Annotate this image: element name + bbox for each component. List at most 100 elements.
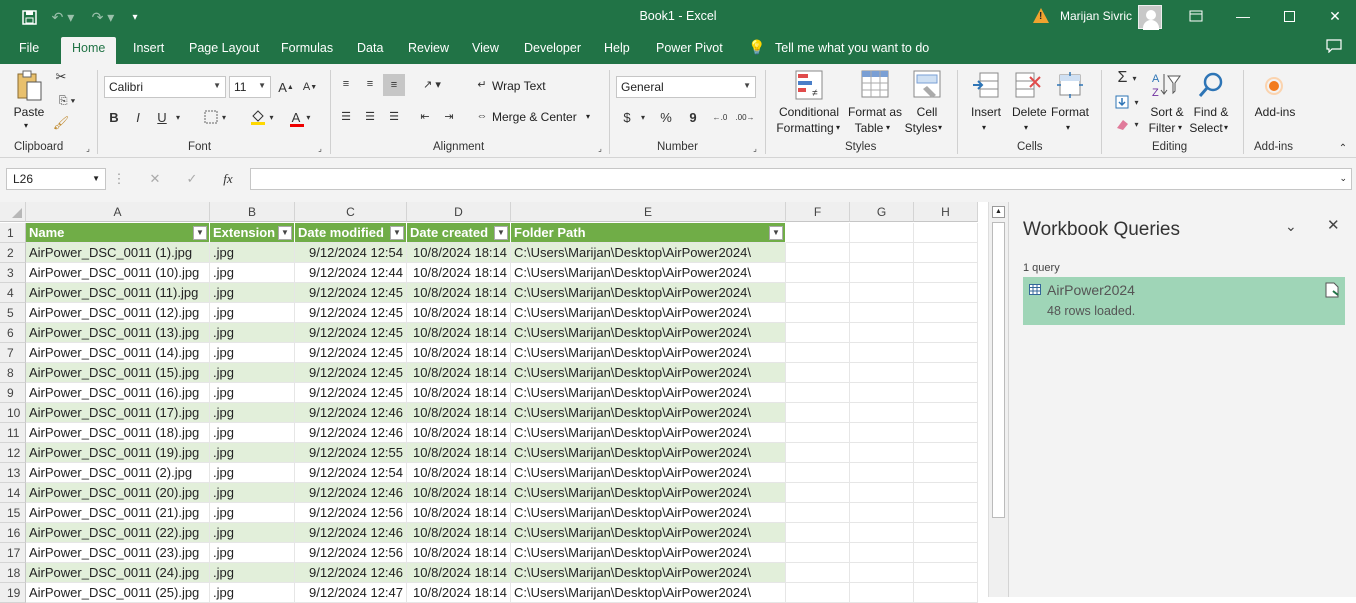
orientation-icon[interactable]: ↗ ▾ [418,76,446,92]
table-cell[interactable]: 9/12/2024 12:45 [295,283,407,303]
table-cell[interactable]: .jpg [210,463,295,483]
percent-button[interactable]: % [658,108,674,126]
insert-function-button[interactable]: fx [218,170,238,188]
table-cell[interactable]: .jpg [210,383,295,403]
cell[interactable] [786,383,850,403]
panel-close-icon[interactable]: ✕ [1327,216,1340,234]
table-cell[interactable]: 9/12/2024 12:45 [295,363,407,383]
row-header[interactable]: 5 [0,303,26,323]
table-cell[interactable]: 10/8/2024 18:14 [407,463,511,483]
delete-cells-button[interactable]: Delete [1012,104,1047,120]
tab-file[interactable]: File [19,41,39,55]
cell[interactable] [850,563,914,583]
select-all-corner[interactable] [0,202,26,222]
row-header[interactable]: 4 [0,283,26,303]
tab-data[interactable]: Data [357,41,383,55]
table-cell[interactable]: 9/12/2024 12:44 [295,263,407,283]
table-cell[interactable]: 10/8/2024 18:14 [407,243,511,263]
cell[interactable] [914,383,978,403]
alignment-launcher-icon[interactable]: ⌟ [595,143,605,153]
table-cell[interactable]: 9/12/2024 12:45 [295,323,407,343]
table-cell[interactable]: 10/8/2024 18:14 [407,483,511,503]
table-cell[interactable]: 10/8/2024 18:14 [407,283,511,303]
table-cell[interactable]: .jpg [210,543,295,563]
table-cell[interactable]: 10/8/2024 18:14 [407,403,511,423]
table-cell[interactable]: C:\Users\Marijan\Desktop\AirPower2024\ [511,463,786,483]
table-cell[interactable]: .jpg [210,263,295,283]
cell[interactable] [850,363,914,383]
cell[interactable] [786,403,850,423]
tab-help[interactable]: Help [604,41,630,55]
filter-dropdown-icon[interactable]: ▼ [278,226,292,240]
cell[interactable] [786,503,850,523]
cell[interactable] [914,443,978,463]
number-launcher-icon[interactable]: ⌟ [750,143,760,153]
column-header-b[interactable]: B [210,202,295,222]
cell[interactable] [850,523,914,543]
cell[interactable] [914,243,978,263]
table-cell[interactable]: C:\Users\Marijan\Desktop\AirPower2024\ [511,543,786,563]
cell[interactable] [850,383,914,403]
table-cell[interactable]: .jpg [210,423,295,443]
column-header-h[interactable]: H [914,202,978,222]
cell[interactable] [914,563,978,583]
delete-cells-dropdown-icon[interactable]: ▾ [1024,120,1028,136]
table-cell[interactable]: C:\Users\Marijan\Desktop\AirPower2024\ [511,363,786,383]
cell[interactable] [850,303,914,323]
comma-style-button[interactable]: 9 [686,108,700,126]
tab-developer[interactable]: Developer [524,41,581,55]
query-options-icon[interactable] [1325,282,1339,301]
table-cell[interactable]: 10/8/2024 18:14 [407,383,511,403]
table-cell[interactable]: AirPower_DSC_0011 (13).jpg [26,323,210,343]
table-cell[interactable]: 10/8/2024 18:14 [407,343,511,363]
table-cell[interactable]: 9/12/2024 12:46 [295,563,407,583]
table-cell[interactable]: 10/8/2024 18:14 [407,423,511,443]
align-middle-icon[interactable]: ≡ [362,76,378,92]
sort-filter-dropdown-icon[interactable]: ▾ [1178,120,1182,136]
table-cell[interactable]: AirPower_DSC_0011 (24).jpg [26,563,210,583]
tab-home[interactable]: Home [61,37,117,64]
borders-icon[interactable]: ▾ [200,108,230,126]
avatar[interactable] [1138,5,1162,30]
table-cell[interactable]: AirPower_DSC_0011 (12).jpg [26,303,210,323]
cell[interactable] [786,263,850,283]
cell[interactable] [850,423,914,443]
cell-styles-icon[interactable] [912,70,942,100]
table-header-cell[interactable]: Folder Path ▼ [511,223,786,243]
table-cell[interactable]: 9/12/2024 12:45 [295,303,407,323]
table-cell[interactable]: 9/12/2024 12:55 [295,443,407,463]
align-center-icon[interactable]: ☰ [362,108,378,124]
panel-collapse-icon[interactable]: ⌄ [1285,218,1297,235]
cell[interactable] [914,223,978,243]
cell[interactable] [914,323,978,343]
table-cell[interactable]: .jpg [210,283,295,303]
table-cell[interactable]: 10/8/2024 18:14 [407,263,511,283]
name-box[interactable]: L26 ▼ [6,168,106,190]
row-header[interactable]: 17 [0,543,26,563]
table-cell[interactable]: C:\Users\Marijan\Desktop\AirPower2024\ [511,303,786,323]
table-cell[interactable]: AirPower_DSC_0011 (17).jpg [26,403,210,423]
cell[interactable] [786,543,850,563]
tab-insert[interactable]: Insert [133,41,164,55]
conditional-formatting-button-line1[interactable]: Conditional [774,104,844,120]
cell[interactable] [914,283,978,303]
tab-view[interactable]: View [472,41,499,55]
fill-icon[interactable]: ▾ [1110,92,1144,112]
add-ins-button[interactable]: Add-ins [1250,104,1300,120]
table-cell[interactable]: AirPower_DSC_0011 (2).jpg [26,463,210,483]
cell-styles-button-line2[interactable]: Styles [904,120,938,136]
table-cell[interactable]: .jpg [210,483,295,503]
table-cell[interactable]: C:\Users\Marijan\Desktop\AirPower2024\ [511,263,786,283]
cell[interactable] [850,283,914,303]
table-cell[interactable]: AirPower_DSC_0011 (14).jpg [26,343,210,363]
vertical-scrollbar[interactable]: ▲ [988,202,1008,597]
cell[interactable] [850,503,914,523]
table-cell[interactable]: .jpg [210,503,295,523]
table-cell[interactable]: 10/8/2024 18:14 [407,523,511,543]
confirm-entry-icon[interactable]: ✓ [182,170,202,188]
cell[interactable] [786,303,850,323]
decrease-decimal-icon[interactable]: .00→ [735,108,755,126]
table-cell[interactable]: .jpg [210,363,295,383]
row-header[interactable]: 2 [0,243,26,263]
merge-dropdown-icon[interactable]: ▾ [586,109,590,125]
